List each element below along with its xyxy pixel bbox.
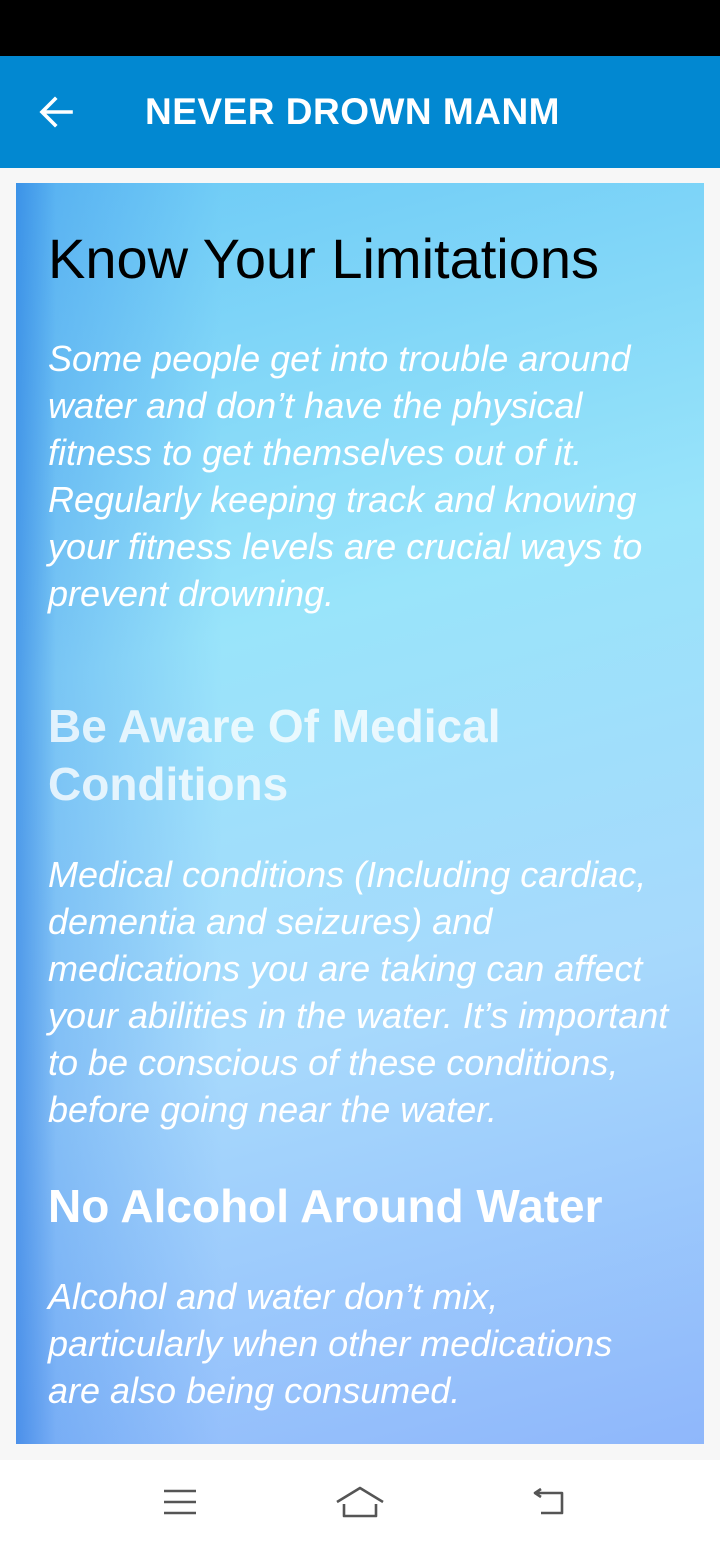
- content-card[interactable]: Know Your Limitations Some people get in…: [16, 183, 704, 1444]
- back-nav-button[interactable]: [518, 1480, 578, 1524]
- arrow-left-icon: [39, 96, 73, 128]
- section-body-medical: Medical conditions (Including cardiac, d…: [48, 854, 669, 1130]
- section-heading-limitations: Know Your Limitations: [48, 227, 600, 290]
- section-body-limitations: Some people get into trouble around wate…: [48, 338, 643, 614]
- app-bar: NEVER DROWN MANM: [0, 56, 720, 168]
- back-button[interactable]: [0, 56, 112, 168]
- menu-icon: [164, 1489, 196, 1515]
- home-icon: [336, 1486, 384, 1518]
- status-bar: [0, 0, 720, 56]
- content-scroll: Know Your Limitations Some people get in…: [16, 183, 704, 1414]
- section-body-alcohol: Alcohol and water don’t mix, particularl…: [48, 1276, 613, 1411]
- home-button[interactable]: [330, 1480, 390, 1524]
- system-nav-bar: [0, 1460, 720, 1544]
- back-icon: [533, 1487, 564, 1515]
- section-heading-medical: Be Aware Of Medical Conditions: [48, 700, 501, 810]
- app-title: NEVER DROWN MANM: [145, 91, 560, 132]
- section-heading-alcohol: No Alcohol Around Water: [48, 1180, 603, 1232]
- menu-button[interactable]: [150, 1480, 210, 1524]
